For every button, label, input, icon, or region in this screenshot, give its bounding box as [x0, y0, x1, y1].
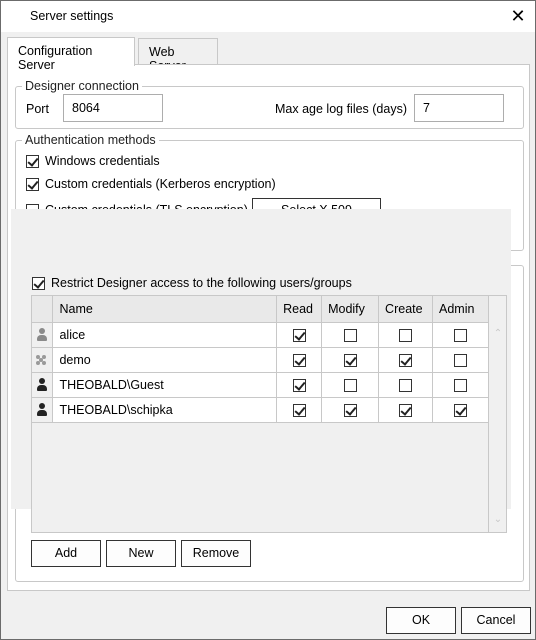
row-modify-cell	[321, 397, 380, 423]
add-button[interactable]: Add	[31, 540, 101, 567]
row-icon-cell	[32, 347, 54, 373]
row-read-cell	[276, 322, 323, 348]
row-name[interactable]: alice	[52, 322, 278, 348]
read-checkbox[interactable]	[292, 403, 306, 417]
row-name[interactable]: demo	[52, 347, 278, 373]
checkbox-label: Windows credentials	[45, 154, 160, 168]
read-checkbox[interactable]	[292, 353, 306, 367]
row-modify-cell	[321, 372, 380, 398]
column-header-name[interactable]: Name	[52, 296, 278, 323]
row-create-cell	[378, 347, 434, 373]
row-admin-cell	[432, 347, 489, 373]
create-checkbox[interactable]	[399, 353, 413, 367]
permissions-table: Name Read Modify Create Admin alice demo T…	[32, 296, 489, 423]
table-header-row: Name Read Modify Create Admin	[32, 296, 489, 323]
cancel-button[interactable]: Cancel	[461, 607, 531, 634]
create-checkbox[interactable]	[399, 328, 413, 342]
group-icon	[36, 354, 48, 366]
table-row[interactable]: alice	[32, 322, 489, 348]
row-create-cell	[378, 372, 434, 398]
modify-checkbox[interactable]	[343, 328, 357, 342]
server-settings-dialog: Server settings ✕ Configuration Server W…	[0, 0, 536, 640]
row-name[interactable]: THEOBALD\schipka	[52, 397, 278, 423]
tab-configuration-server[interactable]: Configuration Server	[7, 37, 135, 72]
authentication-legend: Authentication methods	[25, 133, 156, 147]
modify-checkbox[interactable]	[343, 378, 357, 392]
scroll-up-icon[interactable]: ⌃	[492, 328, 504, 340]
create-checkbox[interactable]	[399, 403, 413, 417]
admin-checkbox[interactable]	[454, 403, 467, 417]
windows-credentials-checkbox[interactable]: Windows credentials	[26, 152, 160, 170]
header-icon-column	[32, 296, 54, 323]
admin-checkbox[interactable]	[454, 378, 467, 392]
checkbox-label: Restrict Designer access to the followin…	[51, 276, 352, 290]
user-black-icon	[36, 377, 48, 392]
max-age-label: Max age log files (days)	[275, 102, 408, 116]
column-header-modify[interactable]: Modify	[321, 296, 380, 323]
close-icon[interactable]: ✕	[507, 5, 529, 27]
port-label: Port	[26, 102, 49, 116]
row-modify-cell	[321, 322, 380, 348]
row-icon-cell	[32, 372, 54, 398]
row-icon-cell	[32, 397, 54, 423]
designer-connection-legend: Designer connection	[25, 79, 139, 93]
kerberos-credentials-checkbox[interactable]: Custom credentials (Kerberos encryption)	[26, 175, 276, 193]
scroll-down-icon[interactable]: ⌄	[492, 514, 504, 526]
table-row[interactable]: THEOBALD\Guest	[32, 372, 489, 398]
user-black-icon	[36, 402, 48, 417]
window-title: Server settings	[30, 9, 114, 23]
remove-button[interactable]: Remove	[181, 540, 251, 567]
title-bar: Server settings ✕	[1, 1, 535, 32]
column-header-admin[interactable]: Admin	[432, 296, 489, 323]
create-checkbox[interactable]	[399, 378, 413, 392]
read-checkbox[interactable]	[292, 328, 306, 342]
table-row[interactable]: demo	[32, 347, 489, 373]
column-header-create[interactable]: Create	[378, 296, 434, 323]
row-admin-cell	[432, 372, 489, 398]
ok-button[interactable]: OK	[386, 607, 456, 634]
row-create-cell	[378, 322, 434, 348]
tab-web-server[interactable]: Web Server	[138, 38, 218, 73]
row-name[interactable]: THEOBALD\Guest	[52, 372, 278, 398]
new-button[interactable]: New	[106, 540, 176, 567]
row-admin-cell	[432, 322, 489, 348]
column-header-read[interactable]: Read	[276, 296, 323, 323]
checkbox-label: Custom credentials (Kerberos encryption)	[45, 177, 276, 191]
row-read-cell	[276, 397, 323, 423]
row-read-cell	[276, 372, 323, 398]
restrict-access-checkbox[interactable]: Restrict Designer access to the followin…	[32, 274, 352, 292]
max-age-input[interactable]	[414, 94, 504, 122]
checkbox-box[interactable]	[26, 154, 39, 168]
user-grey-icon	[36, 327, 48, 342]
row-read-cell	[276, 347, 323, 373]
modify-checkbox[interactable]	[343, 403, 357, 417]
modify-checkbox[interactable]	[343, 353, 357, 367]
checkbox-box[interactable]	[32, 276, 45, 290]
admin-checkbox[interactable]	[454, 328, 467, 342]
port-input[interactable]	[63, 94, 163, 122]
row-icon-cell	[32, 322, 54, 348]
row-create-cell	[378, 397, 434, 423]
admin-checkbox[interactable]	[454, 353, 467, 367]
read-checkbox[interactable]	[292, 378, 306, 392]
table-row[interactable]: THEOBALD\schipka	[32, 397, 489, 423]
row-modify-cell	[321, 347, 380, 373]
vertical-scrollbar[interactable]: ⌃ ⌄	[488, 296, 506, 532]
row-admin-cell	[432, 397, 489, 423]
users-groups-grid: Name Read Modify Create Admin alice demo T…	[31, 295, 507, 533]
checkbox-box[interactable]	[26, 177, 39, 191]
